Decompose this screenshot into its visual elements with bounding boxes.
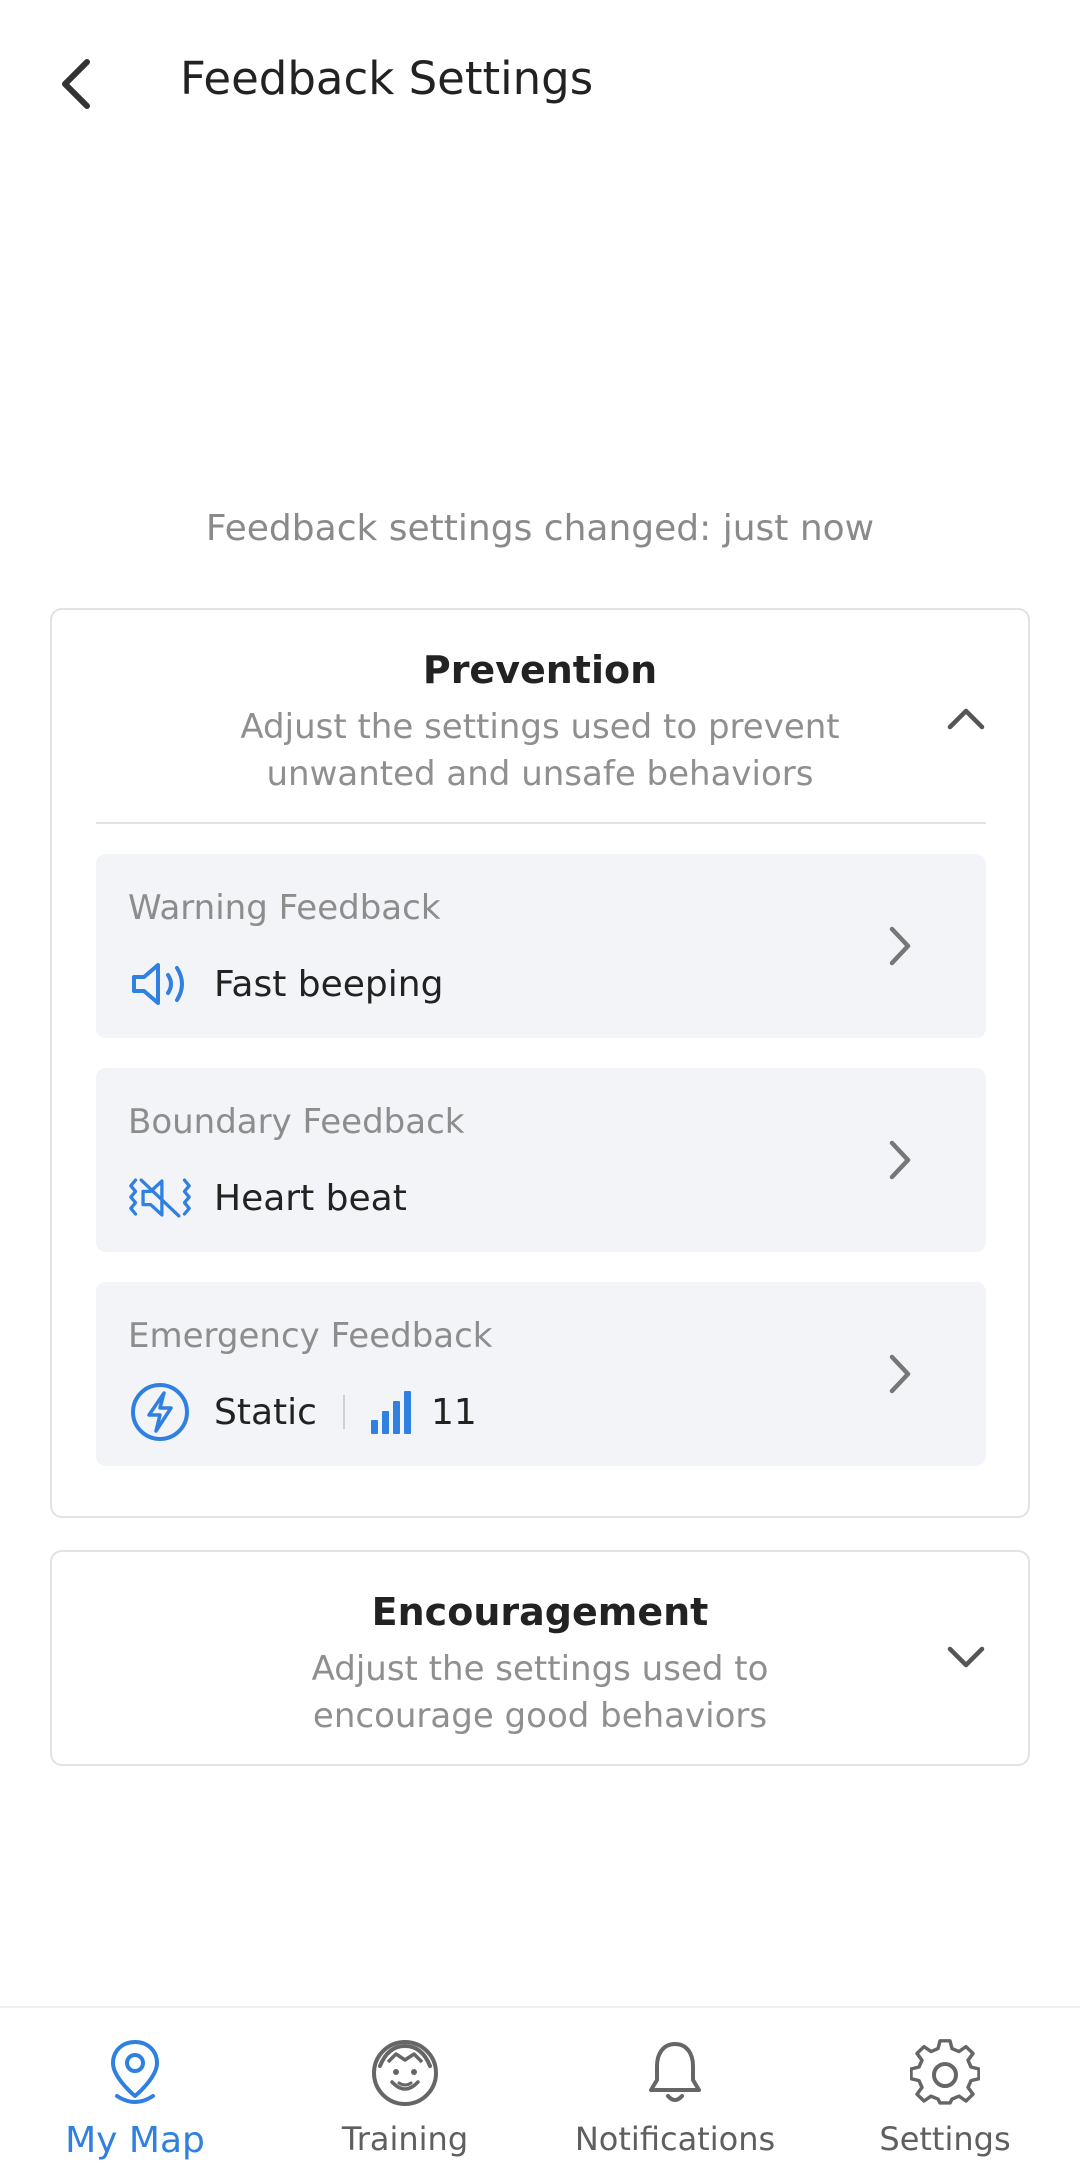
chevron-up-icon xyxy=(947,708,985,730)
lightning-bolt-icon xyxy=(128,1382,192,1442)
feedback-item-label: Boundary Feedback xyxy=(128,1102,465,1142)
bell-icon xyxy=(540,2034,810,2112)
nav-item-notifications[interactable]: Notifications xyxy=(540,2034,810,2174)
feedback-item-value: Static xyxy=(214,1391,317,1433)
feedback-item-value: Fast beeping xyxy=(214,963,444,1005)
settings-changed-status: Feedback settings changed: just now xyxy=(205,508,875,549)
encouragement-description: Adjust the settings used to encourage go… xyxy=(311,1649,769,1736)
expand-toggle[interactable] xyxy=(940,1632,992,1684)
signal-bars-icon xyxy=(369,1390,417,1434)
feedback-item-value-row: Static 11 xyxy=(128,1382,477,1442)
prevention-divider xyxy=(96,822,986,824)
nav-item-settings[interactable]: Settings xyxy=(810,2034,1080,2174)
feedback-item-label: Warning Feedback xyxy=(128,888,441,928)
back-button[interactable] xyxy=(40,42,110,126)
chevron-down-icon xyxy=(947,1646,985,1668)
bottom-navigation: My Map Training Notifications Settings xyxy=(0,2006,1080,2176)
chevron-right-icon xyxy=(880,1134,920,1186)
encouragement-card-header[interactable]: Encouragement Adjust the settings used t… xyxy=(52,1552,1028,1740)
warning-feedback-item[interactable]: Warning Feedback Fast beeping xyxy=(96,854,986,1038)
prevention-description: Adjust the settings used to prevent unwa… xyxy=(240,707,840,794)
nav-label: Notifications xyxy=(574,2120,776,2158)
speaker-sound-icon xyxy=(128,954,192,1014)
feedback-item-value-row: Fast beeping xyxy=(128,954,443,1014)
chevron-left-icon xyxy=(62,59,90,109)
value-separator xyxy=(342,1395,345,1429)
boundary-feedback-item[interactable]: Boundary Feedback Heart beat xyxy=(96,1068,986,1252)
nav-item-training[interactable]: Training xyxy=(270,2034,540,2174)
intensity-level: 11 xyxy=(430,1391,477,1433)
feedback-item-value-row: Heart beat xyxy=(128,1168,407,1228)
top-app-bar: Feedback Settings xyxy=(0,0,1080,168)
chevron-right-icon xyxy=(880,1348,920,1400)
prevention-title: Prevention xyxy=(422,648,658,692)
nav-label: Settings xyxy=(879,2120,1011,2158)
emergency-feedback-item[interactable]: Emergency Feedback Static 11 xyxy=(96,1282,986,1466)
gear-icon xyxy=(810,2034,1080,2112)
nav-label: My Map xyxy=(65,2120,205,2161)
nav-label: Training xyxy=(341,2120,469,2158)
encouragement-card: Encouragement Adjust the settings used t… xyxy=(50,1550,1030,1766)
prevention-card: Prevention Adjust the settings used to p… xyxy=(50,608,1030,1518)
encouragement-title: Encouragement xyxy=(371,1590,709,1634)
prevention-card-header[interactable]: Prevention Adjust the settings used to p… xyxy=(52,610,1028,820)
vibrate-mute-icon xyxy=(128,1168,192,1228)
trainer-avatar-icon xyxy=(270,2034,540,2112)
page-title: Feedback Settings xyxy=(180,52,594,105)
collapse-toggle[interactable] xyxy=(940,692,992,744)
feedback-item-value: Heart beat xyxy=(214,1177,407,1219)
map-pin-icon xyxy=(0,2034,270,2112)
nav-item-my-map[interactable]: My Map xyxy=(0,2034,270,2174)
chevron-right-icon xyxy=(880,920,920,972)
feedback-item-label: Emergency Feedback xyxy=(128,1316,493,1356)
